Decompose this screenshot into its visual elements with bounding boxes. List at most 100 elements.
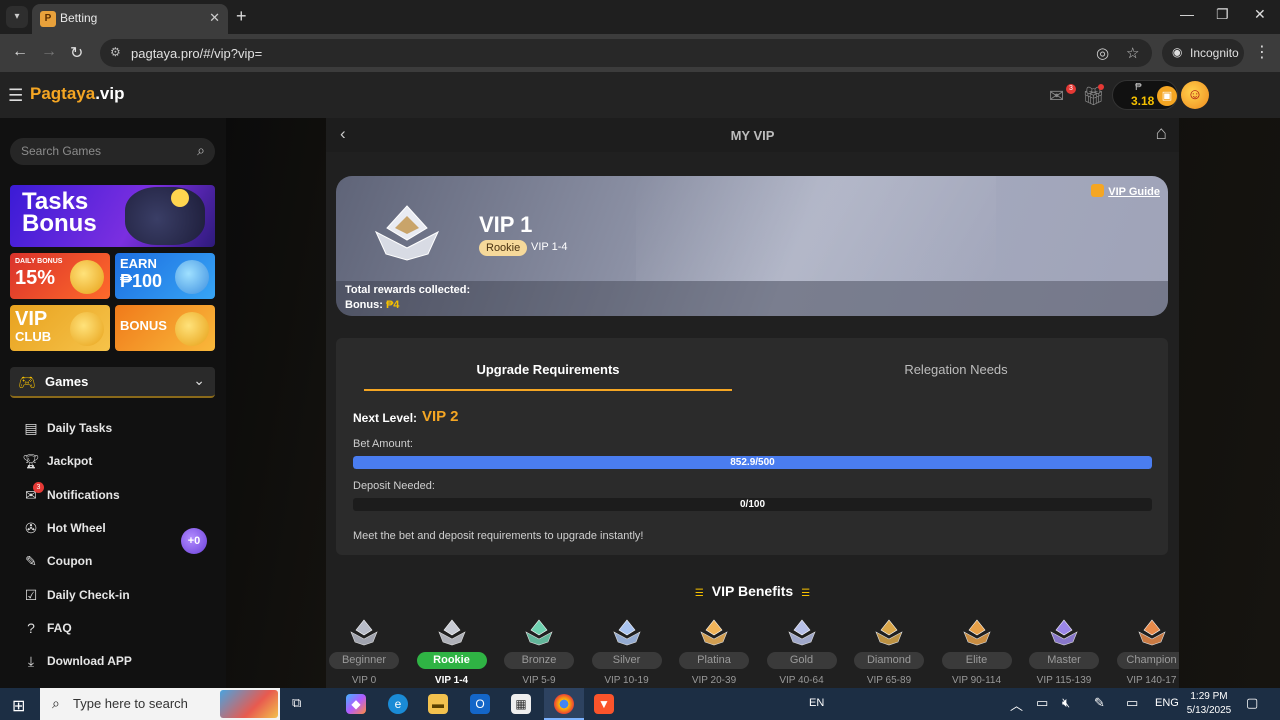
home-icon[interactable]: ⌂ [1156, 123, 1167, 145]
sidebar-item-label: Hot Wheel [47, 521, 106, 535]
volume-muted-icon[interactable]: 🔇︎ [1062, 695, 1070, 711]
guide-icon [1091, 184, 1105, 197]
tier-range: VIP 65-89 [866, 675, 912, 686]
bet-progress-text: 852.9/500 [730, 457, 775, 468]
reload-button[interactable]: ↻ [70, 43, 83, 63]
brave-icon[interactable]: ▼ [594, 694, 614, 714]
daily-bonus-banner[interactable]: DAILY BONUS 15% [10, 253, 110, 299]
tab-search-button[interactable]: ▾ [6, 6, 28, 28]
vip-club-line1: VIP [15, 308, 48, 330]
pen-icon[interactable]: ✎ [1094, 695, 1105, 711]
bonus-banner[interactable]: BONUS [115, 305, 215, 351]
tier-item[interactable]: Champion VIP 140-17 [1108, 616, 1179, 688]
incognito-badge[interactable]: ◉ Incognito [1162, 39, 1244, 67]
tab-relegation-needs[interactable]: Relegation Needs [760, 362, 1152, 377]
tier-item[interactable]: Diamond VIP 65-89 [845, 616, 933, 688]
store-icon[interactable]: ▦ [511, 694, 531, 714]
forward-button[interactable]: → [41, 43, 57, 61]
site-info-icon[interactable]: ⚙ [110, 45, 121, 59]
tier-item[interactable]: Gold VIP 40-64 [758, 616, 846, 688]
language-indicator[interactable]: EN [809, 697, 824, 709]
taskbar-search-text: Type here to search [73, 696, 188, 711]
tier-emblem-icon [700, 619, 728, 646]
back-button[interactable]: ← [12, 43, 28, 61]
browser-tab[interactable]: P Betting ✕ [32, 4, 228, 34]
keyboard-language[interactable]: ENG [1155, 697, 1179, 709]
floating-reward-button[interactable]: +0 [181, 528, 207, 554]
games-menu[interactable]: 🎮︎ Games ⌄ [10, 367, 215, 398]
vip-club-banner[interactable]: VIP CLUB [10, 305, 110, 351]
tier-item[interactable]: Silver VIP 10-19 [583, 616, 671, 688]
bonus-row: Bonus: ₱4 [345, 299, 399, 311]
notification-center-icon[interactable]: ▢ [1246, 695, 1258, 711]
bonus-banner-text: BONUS [120, 318, 167, 333]
windows-taskbar: ⊞ ⌕ Type here to search ⧉ ◆ e ▬ O ▦ ▼ EN… [0, 688, 1280, 720]
tier-name: Beginner [329, 652, 399, 669]
edge-icon[interactable]: e [388, 694, 408, 714]
browser-menu-button[interactable]: ⋮ [1254, 42, 1270, 62]
mail-icon[interactable]: ✉ [1049, 86, 1064, 107]
deposit-progress-text: 0/100 [739, 499, 766, 510]
address-bar[interactable]: ⚙ pagtaya.pro/#/vip?vip= ◎ ☆ [100, 39, 1152, 67]
display-icon[interactable]: ▭ [1126, 695, 1138, 711]
tier-item[interactable]: Elite VIP 90-114 [933, 616, 1021, 688]
heading-deco-icon: ☰ [694, 588, 704, 599]
deposit-icon[interactable]: ▣ [1157, 86, 1177, 106]
chevron-up-icon[interactable]: ︿ [1010, 695, 1023, 714]
bookmark-star-icon[interactable]: ☆ [1126, 44, 1139, 62]
site-logo[interactable]: Pagtaya.vip [30, 84, 125, 104]
tab-upgrade-requirements[interactable]: Upgrade Requirements [336, 362, 760, 377]
requirements-note: Meet the bet and deposit requirements to… [353, 530, 644, 542]
clock[interactable]: 1:29 PM 5/13/2025 [1184, 690, 1234, 718]
menu-toggle-icon[interactable]: ☰ [8, 86, 23, 106]
gift-dot [1098, 84, 1104, 90]
bet-progress-bar: 852.9/500 [353, 456, 1152, 469]
vip-guide-link[interactable]: VIP Guide [1091, 184, 1160, 198]
logo-text-main: Pagtaya [30, 84, 96, 103]
tier-range: VIP 1-4 [434, 675, 469, 686]
taskbar-search-box[interactable]: ⌕ Type here to search [40, 688, 280, 720]
logo-text-suffix: .vip [95, 84, 125, 103]
maximize-button[interactable]: ❐ [1216, 6, 1229, 23]
tier-range: VIP 5-9 [522, 675, 556, 686]
outlook-icon[interactable]: O [470, 694, 490, 714]
bomb-robot-icon [125, 187, 205, 245]
chrome-taskbar-active[interactable] [544, 688, 584, 720]
tier-range: VIP 40-64 [779, 675, 824, 686]
tier-item[interactable]: Rookie VIP 1-4 [408, 616, 496, 688]
tier-item[interactable]: Platina VIP 20-39 [670, 616, 758, 688]
trophy-icon: 🏆︎ [22, 453, 40, 469]
download-icon: ⤓ [27, 653, 35, 669]
tier-item[interactable]: Master VIP 115-139 [1020, 616, 1108, 688]
close-tab-icon[interactable]: ✕ [209, 10, 220, 26]
games-label: Games [45, 374, 89, 389]
wallet-amount: 3.18 [1131, 94, 1155, 108]
tier-range: VIP 1-4 [531, 241, 568, 253]
copilot-icon[interactable]: ◆ [346, 694, 366, 714]
mail-badge: 3 [1066, 84, 1076, 94]
handshake-icon [175, 260, 209, 294]
new-tab-button[interactable]: + [236, 6, 247, 27]
close-window-button[interactable]: ✕ [1254, 6, 1266, 23]
search-icon[interactable]: ⌕ [197, 142, 205, 159]
tier-item[interactable]: Bronze VIP 5-9 [495, 616, 583, 688]
earn-banner[interactable]: EARN ₱100 [115, 253, 215, 299]
chrome-icon [554, 694, 574, 714]
url-text[interactable]: pagtaya.pro/#/vip?vip= [131, 46, 262, 61]
tier-emblem-icon [1137, 619, 1166, 646]
wallet-balance[interactable]: ₱ 3.18 ▣ [1112, 80, 1178, 110]
eye-off-icon[interactable]: ◎ [1096, 44, 1109, 62]
tier-item[interactable]: Beginner VIP 0 [326, 616, 408, 688]
battery-icon[interactable]: ▭ [1036, 695, 1048, 711]
deposit-progress-bar: 0/100 [353, 498, 1152, 511]
wheel-icon: ✇ [25, 520, 37, 536]
tier-range: VIP 115-139 [1036, 675, 1092, 686]
search-games-input[interactable]: Search Games ⌕ [10, 138, 215, 165]
file-explorer-icon[interactable]: ▬ [428, 694, 448, 714]
browser-tabbar: ▾ P Betting ✕ + — ❐ ✕ [0, 0, 1280, 34]
task-view-icon[interactable]: ⧉ [292, 695, 301, 711]
tasks-bonus-banner[interactable]: Tasks Bonus [10, 185, 215, 247]
windows-start-icon[interactable]: ⊞ [12, 696, 25, 716]
minimize-button[interactable]: — [1180, 6, 1194, 22]
avatar[interactable]: ☺ [1181, 81, 1209, 109]
